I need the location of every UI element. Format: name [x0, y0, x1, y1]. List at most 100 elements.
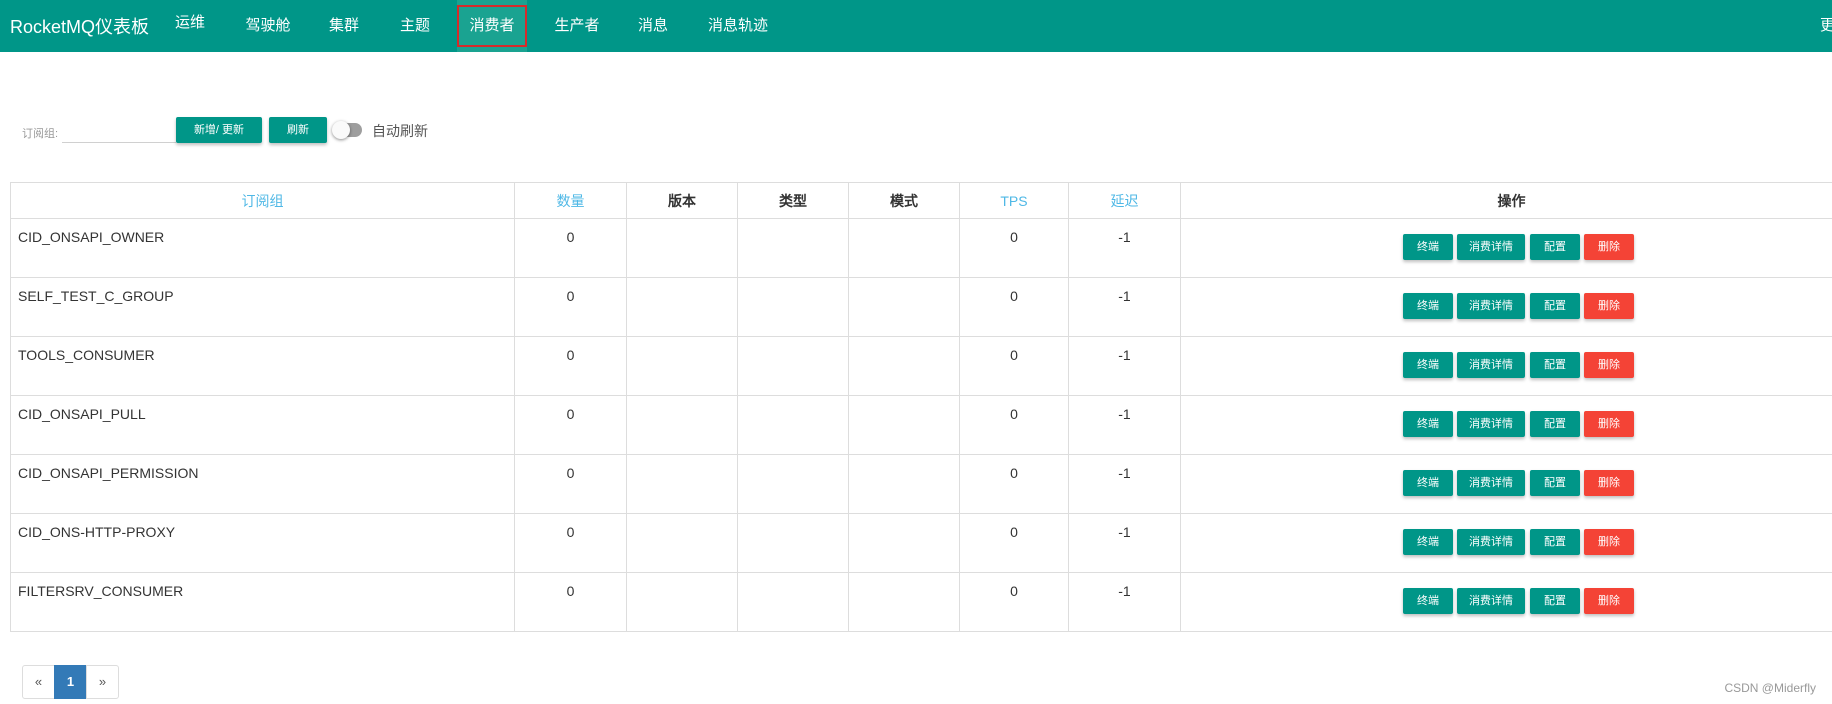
app-title[interactable]: RocketMQ仪表板 — [10, 13, 149, 39]
cell-subscription-group-text: CID_ONSAPI_PULL — [18, 406, 146, 422]
cell-count-text: 0 — [566, 406, 575, 422]
cell-subscription-group: CID_ONS-HTTP-PROXY — [10, 513, 515, 573]
table-row: TOOLS_CONSUMER 0 0 -1 终端 消费详情 配置 删除 — [10, 336, 1832, 396]
nav-item-ops[interactable]: 运维 — [158, 0, 222, 52]
cell-count: 0 — [514, 336, 627, 396]
nav-item-label: 主题 — [399, 17, 430, 34]
row-actions: 终端 消费详情 配置 删除 — [1181, 396, 1832, 454]
consume-detail-button[interactable]: 消费详情 — [1457, 411, 1525, 437]
cell-type — [737, 395, 849, 455]
consumer-toolbar: 订阅组: 新增/ 更新 刷新 自动刷新 — [0, 110, 600, 150]
nav-more-item[interactable]: 更 — [1820, 0, 1832, 52]
delete-button[interactable]: 删除 — [1584, 352, 1634, 378]
cell-version — [626, 218, 738, 278]
cell-count: 0 — [514, 277, 627, 337]
refresh-button[interactable]: 刷新 — [269, 117, 327, 143]
table-row: CID_ONSAPI_PULL 0 0 -1 终端 消费详情 配置 删除 — [10, 395, 1832, 455]
cell-operations: 终端 消费详情 配置 删除 — [1180, 336, 1832, 396]
consume-detail-button[interactable]: 消费详情 — [1457, 293, 1525, 319]
pagination-page-current[interactable]: 1 — [54, 665, 87, 699]
nav-item-label: 集群 — [328, 17, 359, 34]
cell-delay: -1 — [1068, 218, 1181, 278]
consume-detail-button[interactable]: 消费详情 — [1457, 588, 1525, 614]
config-button[interactable]: 配置 — [1530, 234, 1580, 260]
nav-item-label: 消息轨迹 — [707, 17, 768, 34]
terminal-button[interactable]: 终端 — [1403, 529, 1453, 555]
cell-count-text: 0 — [566, 465, 575, 481]
config-button[interactable]: 配置 — [1530, 352, 1580, 378]
cell-operations: 终端 消费详情 配置 删除 — [1180, 572, 1832, 632]
cell-mode — [848, 513, 960, 573]
delete-button[interactable]: 删除 — [1584, 293, 1634, 319]
config-button[interactable]: 配置 — [1530, 529, 1580, 555]
consume-detail-button[interactable]: 消费详情 — [1457, 234, 1525, 260]
delete-button[interactable]: 删除 — [1584, 411, 1634, 437]
cell-count: 0 — [514, 218, 627, 278]
cell-version — [626, 513, 738, 573]
cell-subscription-group: TOOLS_CONSUMER — [10, 336, 515, 396]
terminal-button[interactable]: 终端 — [1403, 234, 1453, 260]
cell-tps-text: 0 — [1010, 288, 1018, 304]
terminal-button[interactable]: 终端 — [1403, 588, 1453, 614]
cell-type — [737, 277, 849, 337]
table-row: CID_ONS-HTTP-PROXY 0 0 -1 终端 消费详情 配置 删除 — [10, 513, 1832, 573]
cell-delay-text: -1 — [1118, 229, 1131, 245]
cell-subscription-group-text: FILTERSRV_CONSUMER — [18, 583, 184, 599]
nav-item-message[interactable]: 消息 — [622, 0, 684, 52]
pagination-next[interactable]: » — [86, 665, 119, 699]
cell-operations: 终端 消费详情 配置 删除 — [1180, 218, 1832, 278]
consume-detail-button[interactable]: 消费详情 — [1457, 352, 1525, 378]
config-button[interactable]: 配置 — [1530, 411, 1580, 437]
consume-detail-button[interactable]: 消费详情 — [1457, 529, 1525, 555]
nav-item-label: 运维 — [174, 14, 205, 31]
delete-button[interactable]: 删除 — [1584, 234, 1634, 260]
header-operations: 操作 — [1180, 182, 1832, 219]
cell-mode — [848, 218, 960, 278]
config-button[interactable]: 配置 — [1530, 293, 1580, 319]
row-actions: 终端 消费详情 配置 删除 — [1181, 337, 1832, 395]
config-button[interactable]: 配置 — [1530, 470, 1580, 496]
terminal-button[interactable]: 终端 — [1403, 352, 1453, 378]
terminal-button[interactable]: 终端 — [1403, 470, 1453, 496]
auto-refresh-toggle[interactable] — [332, 121, 362, 139]
delete-button[interactable]: 删除 — [1584, 529, 1634, 555]
table-row: SELF_TEST_C_GROUP 0 0 -1 终端 消费详情 配置 删除 — [10, 277, 1832, 337]
consume-detail-button[interactable]: 消费详情 — [1457, 470, 1525, 496]
header-count[interactable]: 数量 — [514, 182, 627, 219]
cell-tps: 0 — [959, 218, 1069, 278]
pagination: « 1 » — [22, 665, 119, 699]
header-subscription-group[interactable]: 订阅组 — [10, 182, 515, 219]
delete-button[interactable]: 删除 — [1584, 470, 1634, 496]
cell-mode — [848, 454, 960, 514]
header-mode: 模式 — [848, 182, 960, 219]
header-delay[interactable]: 延迟 — [1068, 182, 1181, 219]
terminal-button[interactable]: 终端 — [1403, 411, 1453, 437]
nav-item-topic[interactable]: 主题 — [383, 0, 447, 52]
cell-count-text: 0 — [566, 347, 575, 363]
cell-subscription-group: CID_ONSAPI_OWNER — [10, 218, 515, 278]
add-update-button[interactable]: 新增/ 更新 — [176, 117, 262, 143]
pagination-prev[interactable]: « — [22, 665, 55, 699]
nav-item-dashboard[interactable]: 驾驶舱 — [232, 0, 304, 52]
nav-item-message-trace[interactable]: 消息轨迹 — [692, 0, 784, 52]
nav-item-cluster[interactable]: 集群 — [312, 0, 376, 52]
header-tps[interactable]: TPS — [959, 182, 1069, 219]
delete-button[interactable]: 删除 — [1584, 588, 1634, 614]
cell-count: 0 — [514, 572, 627, 632]
cell-operations: 终端 消费详情 配置 删除 — [1180, 513, 1832, 573]
row-actions: 终端 消费详情 配置 删除 — [1181, 573, 1832, 631]
nav-item-label: 驾驶舱 — [245, 17, 291, 34]
cell-count: 0 — [514, 513, 627, 573]
nav-item-consumer[interactable]: 消费者 — [457, 0, 527, 52]
cell-tps: 0 — [959, 395, 1069, 455]
cell-count-text: 0 — [566, 524, 575, 540]
table-row: CID_ONSAPI_OWNER 0 0 -1 终端 消费详情 配置 删除 — [10, 218, 1832, 278]
cell-version — [626, 395, 738, 455]
terminal-button[interactable]: 终端 — [1403, 293, 1453, 319]
config-button[interactable]: 配置 — [1530, 588, 1580, 614]
subscription-group-input[interactable] — [62, 122, 176, 143]
nav-item-producer[interactable]: 生产者 — [542, 0, 612, 52]
cell-type — [737, 454, 849, 514]
auto-refresh-label: 自动刷新 — [372, 123, 428, 139]
cell-tps-text: 0 — [1010, 229, 1018, 245]
